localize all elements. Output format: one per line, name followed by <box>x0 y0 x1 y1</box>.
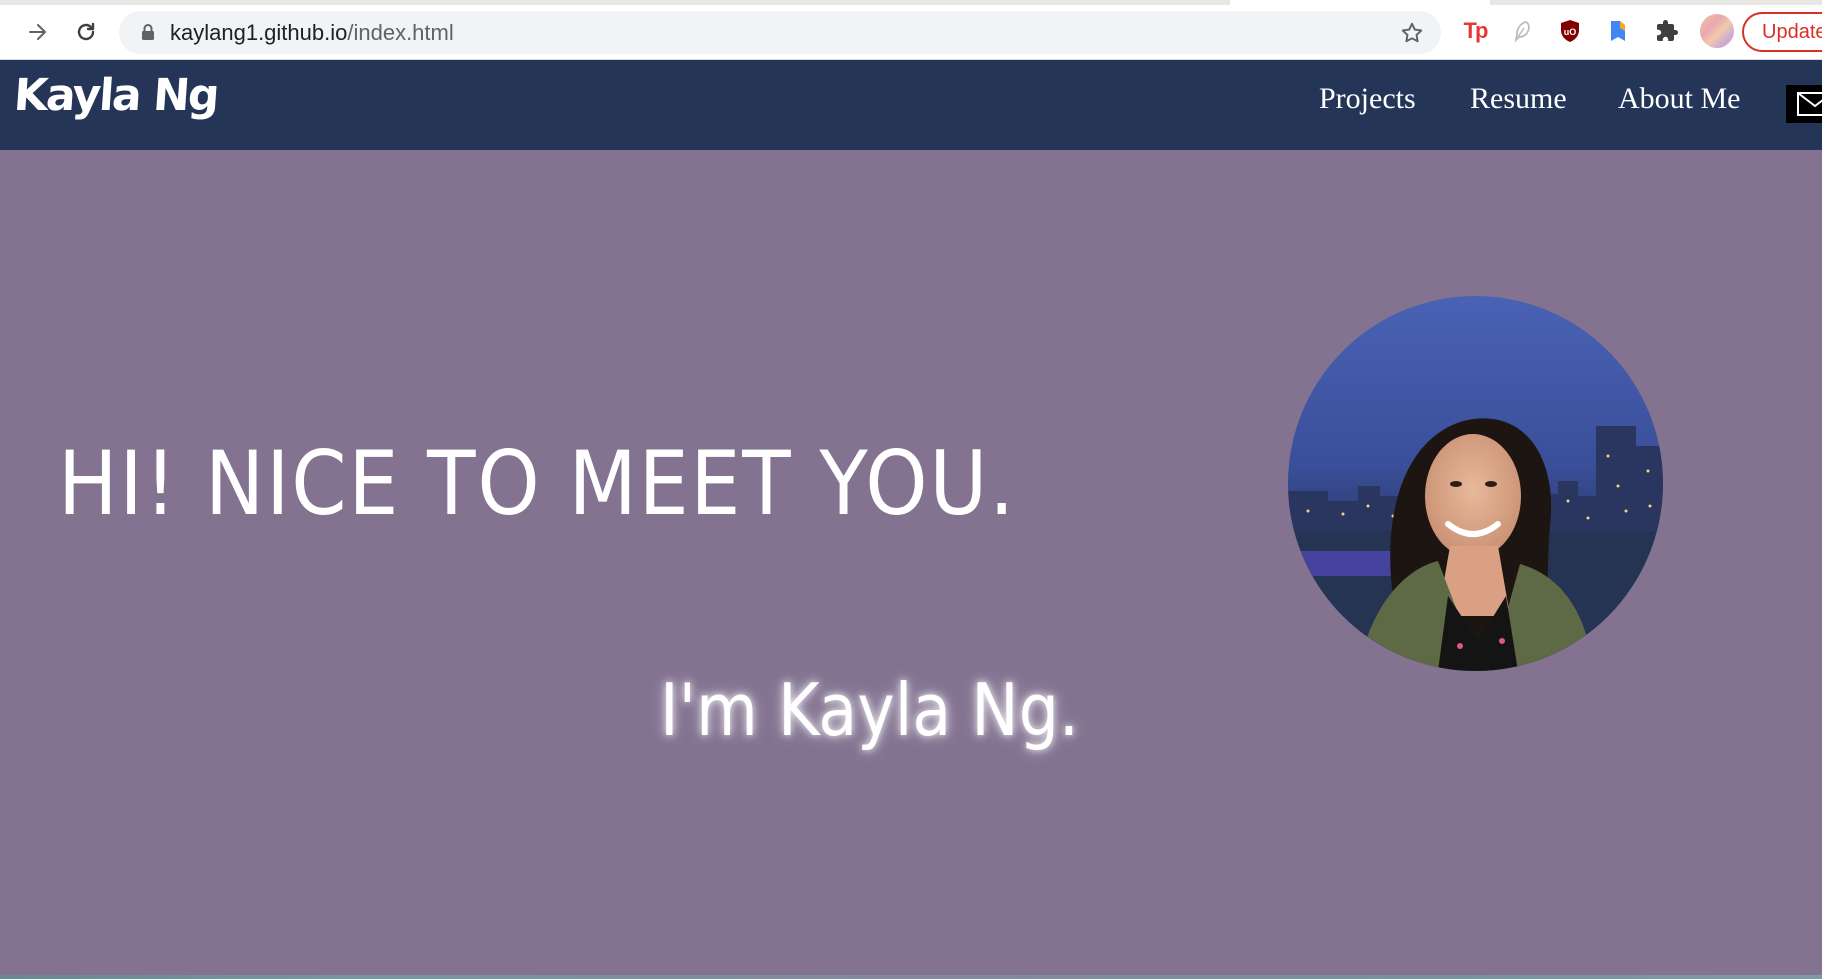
portrait-image <box>1288 296 1663 671</box>
mail-icon <box>1797 92 1822 116</box>
tp-extension-label: Tp <box>1463 18 1489 43</box>
forward-button[interactable] <box>18 12 58 52</box>
site-brand[interactable]: Kayla Ng <box>12 70 219 121</box>
feather-extension-button[interactable] <box>1505 14 1539 48</box>
feather-icon <box>1514 21 1530 43</box>
update-button[interactable]: Update <box>1742 12 1822 52</box>
hero-section: HI! NICE TO MEET YOU. I'm Kayla Ng. <box>0 150 1822 979</box>
extensions-button[interactable] <box>1650 14 1684 48</box>
lock-icon[interactable] <box>139 23 157 41</box>
tp-extension-button[interactable]: Tp <box>1458 14 1492 48</box>
hero-subline: I'm Kayla Ng. <box>660 668 1080 752</box>
url-text[interactable]: kaylang1.github.io/index.html <box>170 11 454 54</box>
bookmark-icon <box>1611 21 1625 41</box>
nav-resume-link[interactable]: Resume <box>1470 82 1567 116</box>
forward-icon <box>29 24 46 40</box>
bottom-strip <box>0 975 1822 979</box>
url-host: kaylang1.github.io <box>170 20 348 45</box>
nav-projects-link[interactable]: Projects <box>1319 82 1416 116</box>
reload-button[interactable] <box>66 12 106 52</box>
ublock-extension-button[interactable]: uO <box>1553 14 1587 48</box>
profile-photo <box>1288 296 1663 671</box>
active-tab[interactable] <box>1230 0 1490 5</box>
url-path: /index.html <box>347 20 454 45</box>
browser-toolbar: kaylang1.github.io/index.html Tp uO Upda… <box>0 0 1822 60</box>
site-navbar: Kayla Ng Projects Resume About Me <box>0 60 1822 150</box>
nav-about-link[interactable]: About Me <box>1618 82 1741 116</box>
svg-text:uO: uO <box>1564 27 1577 37</box>
address-bar[interactable]: kaylang1.github.io/index.html <box>119 11 1441 54</box>
reload-icon <box>77 22 95 41</box>
ublock-icon: uO <box>1561 20 1579 42</box>
hero-headline: HI! NICE TO MEET YOU. <box>58 432 1017 535</box>
email-button[interactable] <box>1786 85 1822 123</box>
star-icon[interactable] <box>1399 20 1425 46</box>
bookmark-extension-button[interactable] <box>1601 14 1635 48</box>
profile-avatar[interactable] <box>1700 14 1734 48</box>
puzzle-icon <box>1657 20 1678 41</box>
tab-strip <box>0 0 1822 5</box>
